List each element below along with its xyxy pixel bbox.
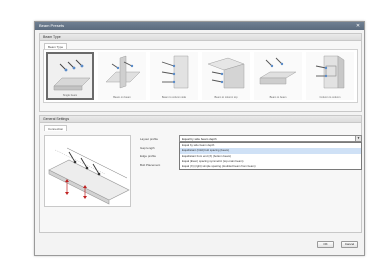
- beam-to-column-top-icon: [207, 57, 245, 89]
- beam-type-caption: Column to column: [319, 96, 341, 99]
- beam-type-option-column-to-column[interactable]: Column to column: [306, 52, 354, 100]
- layout-profile-select[interactable]: Equal by side beam depth ▼: [179, 135, 362, 142]
- beam-type-option-column-top[interactable]: Beam to column top: [202, 52, 250, 100]
- ok-button[interactable]: OK: [317, 241, 334, 248]
- beam-to-beam-icon: [259, 57, 297, 85]
- beam-to-column-side-icon: [161, 55, 189, 89]
- beam-type-option-beam-on-beam[interactable]: Beam on beam: [98, 52, 146, 100]
- chevron-down-icon[interactable]: ▼: [355, 136, 361, 141]
- cancel-button[interactable]: Cancel: [341, 241, 358, 248]
- beam-type-group: Beam Type Beam Type Single beam Beam on …: [39, 33, 362, 112]
- edge-profile-label: Edge profile: [140, 154, 157, 158]
- gap-length-label: Gap length: [140, 146, 155, 150]
- close-icon[interactable]: ✕: [355, 23, 361, 29]
- dialog-titlebar: Beam Presets ✕: [35, 22, 364, 30]
- layout-profile-dropdown: Equal by side beam depth Equidistant (Od…: [179, 142, 362, 170]
- beam-type-gallery: Single beam Beam on beam Beam to column …: [43, 49, 358, 103]
- dialog-title: Beam Presets: [39, 23, 65, 28]
- layout-profile-value: Equal by side beam depth: [182, 137, 217, 141]
- dropdown-option[interactable]: Equal (X) (right) simple spacing (double…: [180, 164, 361, 169]
- column-to-column-icon: [315, 55, 345, 89]
- tab-connection[interactable]: Connection: [44, 125, 68, 131]
- beam-type-option-single[interactable]: Single beam: [46, 52, 94, 100]
- beam-type-group-header: Beam Type: [40, 34, 361, 41]
- general-settings-group: General Settings Connection Layout profi…: [39, 115, 362, 233]
- beam-type-caption: Beam to column side: [161, 96, 187, 99]
- beam-on-beam-icon: [105, 55, 141, 89]
- bolt-placement-label: Bolt Placement: [140, 163, 161, 167]
- beam-type-caption: Beam to column top: [214, 96, 238, 99]
- beam-type-option-column-side[interactable]: Beam to column side: [150, 52, 198, 100]
- beam-diagram-icon: [48, 147, 130, 205]
- beam-presets-dialog: Beam Presets ✕ Beam Type Beam Type Singl: [34, 21, 365, 256]
- connection-preview-image: [44, 135, 131, 207]
- beam-type-caption: Single beam: [62, 94, 78, 97]
- beam-type-caption: Beam on beam: [113, 96, 131, 99]
- settings-tabs: Connection: [44, 125, 68, 131]
- general-settings-header: General Settings: [40, 116, 361, 123]
- layout-profile-label: Layout profile: [140, 137, 159, 141]
- beam-type-caption: Beam to beam: [269, 96, 287, 99]
- single-beam-icon: [53, 59, 91, 91]
- beam-type-option-beam-to-beam[interactable]: Beam to beam: [254, 52, 302, 100]
